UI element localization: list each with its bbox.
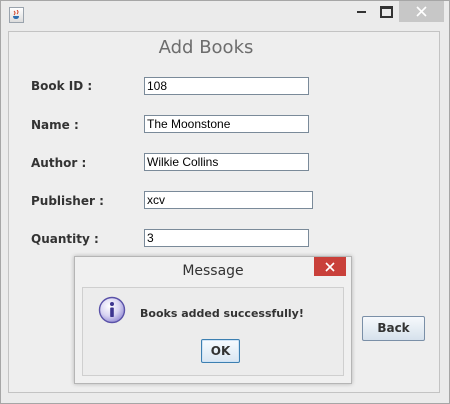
dialog-message: Books added successfully!: [140, 307, 304, 320]
book-id-input[interactable]: 108: [144, 77, 309, 95]
dialog-close-button[interactable]: [314, 257, 346, 276]
author-input[interactable]: Wilkie Collins: [144, 153, 309, 171]
author-label: Author :: [31, 156, 87, 170]
message-dialog: Message Books added successfully! OK: [74, 256, 352, 384]
close-button[interactable]: [399, 1, 444, 22]
book-id-label: Book ID :: [31, 79, 93, 93]
back-button[interactable]: Back: [362, 316, 425, 341]
info-icon: [98, 296, 126, 324]
minimize-icon: [357, 11, 366, 13]
publisher-label: Publisher :: [31, 194, 104, 208]
quantity-input[interactable]: 3: [144, 229, 309, 247]
publisher-input[interactable]: xcv: [144, 191, 313, 209]
name-input[interactable]: The Moonstone: [144, 115, 309, 133]
close-icon: [416, 6, 427, 17]
page-title: Add Books: [158, 37, 254, 58]
dialog-title: Message: [182, 263, 244, 279]
name-label: Name :: [31, 118, 79, 132]
maximize-button[interactable]: [373, 1, 399, 21]
title-bar[interactable]: [1, 1, 449, 28]
ok-button[interactable]: OK: [201, 339, 240, 363]
java-app-icon: [9, 7, 24, 23]
maximize-icon: [380, 6, 393, 18]
close-icon: [325, 262, 335, 272]
dialog-body: Books added successfully! OK: [82, 287, 344, 376]
quantity-label: Quantity :: [31, 232, 99, 246]
minimize-button[interactable]: [349, 1, 375, 21]
